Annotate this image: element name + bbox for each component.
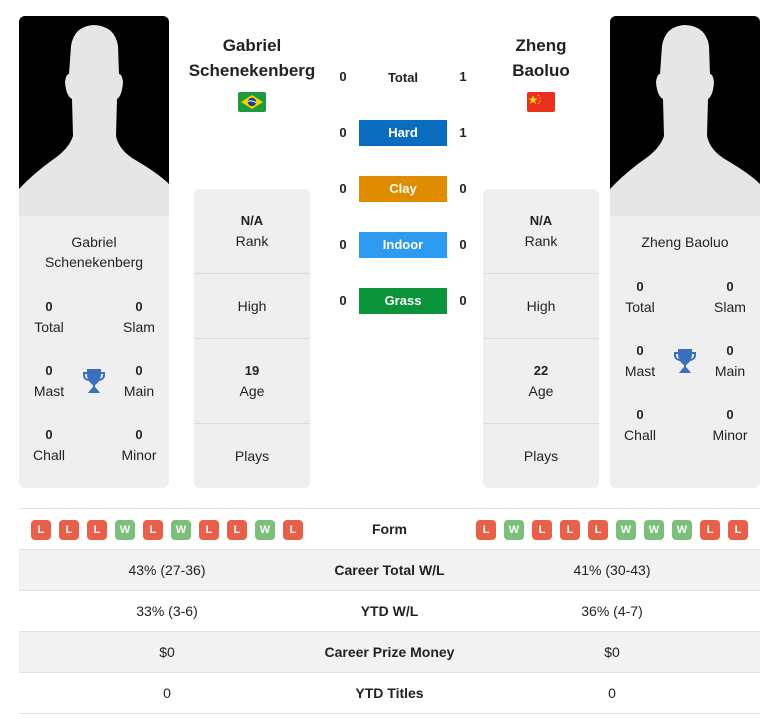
h2h-row-hard: 0 Hard 1 [330,120,480,146]
loss-badge[interactable]: L [59,520,79,540]
rank-cell: N/A Rank [483,189,599,274]
h2h-row-indoor: 0 Indoor 0 [330,232,480,258]
player-info-left: N/A Rank High 19 Age Plays [194,189,310,488]
h2h-left-count: 0 [339,237,347,252]
win-badge[interactable]: W [644,520,664,540]
left-value: $0 [159,644,175,660]
h2h-left-count: 0 [339,69,347,84]
h2h-left-count: 0 [339,293,347,308]
loss-badge[interactable]: L [588,520,608,540]
player-name-left[interactable]: Gabriel Schenekenberg [177,33,327,83]
age-cell: 19 Age [194,339,310,424]
loss-badge[interactable]: L [728,520,748,540]
loss-badge[interactable]: L [476,520,496,540]
age-cell: 22 Age [483,339,599,424]
row-label: Career Prize Money [324,644,455,660]
win-badge[interactable]: W [171,520,191,540]
right-value: 41% (30-43) [573,562,651,578]
stat-slam: 0 Slam [714,279,746,315]
surface-label-hard[interactable]: Hard [359,120,447,146]
form-label: Form [372,521,407,537]
win-badge[interactable]: W [255,520,275,540]
h2h-right-count: 0 [459,181,467,196]
surface-label-indoor[interactable]: Indoor [359,232,447,258]
stat-total: 0 Total [34,299,64,335]
stat-main: 0 Main [714,343,746,379]
left-value: 33% (3-6) [136,603,198,619]
plays-cell: Plays [523,448,559,464]
brazil-flag-icon [238,92,266,112]
win-badge[interactable]: W [616,520,636,540]
h2h-row-total: 0 Total 1 [330,64,480,90]
comparison-row: $0 Career Prize Money $0 [19,632,760,673]
loss-badge[interactable]: L [199,520,219,540]
high-cell: High [194,274,310,339]
h2h-row-grass: 0 Grass 0 [330,288,480,314]
player-photo-left [19,16,169,216]
stat-chall: 0 Chall [624,407,656,443]
stat-mast: 0 Mast [624,343,656,379]
stat-minor: 0 Minor [712,407,748,443]
loss-badge[interactable]: L [560,520,580,540]
player-name-right[interactable]: Zheng Baoluo [466,33,616,83]
loss-badge[interactable]: L [532,520,552,540]
loss-badge[interactable]: L [283,520,303,540]
stat-chall: 0 Chall [33,427,65,463]
player-card-right: Zheng Baoluo 0 Total 0 Slam 0 Mast 0 Main 0C… [610,216,760,488]
rank-cell: N/A Rank [194,189,310,274]
row-label: YTD Titles [355,685,424,701]
loss-badge[interactable]: L [31,520,51,540]
trophy-icon [83,369,105,393]
loss-badge[interactable]: L [227,520,247,540]
stat-main: 0 Main [123,363,155,399]
comparison-row: 0 YTD Titles 0 [19,673,760,714]
h2h-right-count: 0 [459,237,467,252]
form-row: LLLWLWLLWL Form LWLLLWWWLL [19,509,760,550]
plays-cell: Plays [234,448,270,464]
stat-total: 0 Total [625,279,655,315]
left-form: LLLWLWLLWL [31,520,303,540]
player-card-left: Gabriel Schenekenberg 0 Total 0 Slam 0 Mast… [19,216,169,488]
h2h-right-count: 1 [459,125,467,140]
stat-mast: 0 Mast [33,363,65,399]
loss-badge[interactable]: L [143,520,163,540]
left-value: 0 [163,685,171,701]
silhouette-icon [610,25,760,216]
h2h-left-count: 0 [339,125,347,140]
comparison-row: 33% (3-6) YTD W/L 36% (4-7) [19,591,760,632]
player-info-right: N/A Rank High 22 Age Plays [483,189,599,488]
right-value: $0 [604,644,620,660]
h2h-row-clay: 0 Clay 0 [330,176,480,202]
row-label: YTD W/L [360,603,419,619]
h2h-left-count: 0 [339,181,347,196]
china-flag-icon [527,92,555,112]
surface-label-total: Total [387,70,419,85]
stat-slam: 0 Slam [123,299,155,335]
comparison-table: LLLWLWLLWL Form LWLLLWWWLL 43% (27-36) Ca… [19,508,760,714]
high-cell: High [483,274,599,339]
trophy-icon [674,349,696,373]
row-label: Career Total W/L [334,562,445,578]
surface-label-grass[interactable]: Grass [359,288,447,314]
loss-badge[interactable]: L [700,520,720,540]
right-value: 36% (4-7) [581,603,643,619]
right-form: LWLLLWWWLL [476,520,748,540]
player-photo-right [610,16,760,216]
win-badge[interactable]: W [504,520,524,540]
right-value: 0 [608,685,616,701]
player-card-name: Gabriel Schenekenberg [44,234,144,270]
player-card-name: Zheng Baoluo [641,234,729,250]
stat-minor: 0 Minor [121,427,157,463]
h2h-right-count: 0 [459,293,467,308]
win-badge[interactable]: W [115,520,135,540]
left-value: 43% (27-36) [128,562,206,578]
win-badge[interactable]: W [672,520,692,540]
comparison-row: 43% (27-36) Career Total W/L 41% (30-43) [19,550,760,591]
surface-label-clay[interactable]: Clay [359,176,447,202]
silhouette-icon [19,25,169,216]
loss-badge[interactable]: L [87,520,107,540]
